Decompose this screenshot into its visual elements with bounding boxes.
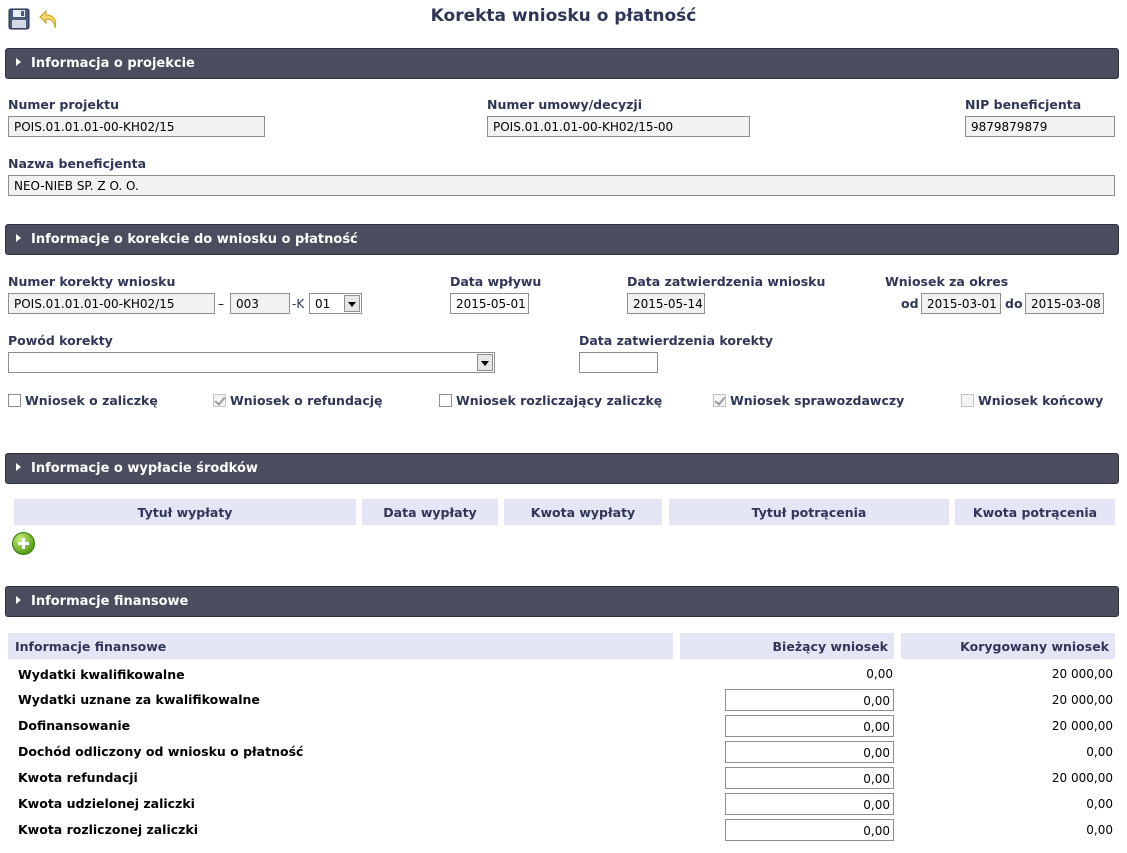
row-label-dofinansowanie: Dofinansowanie [18, 718, 131, 733]
k-prefix-label: -K [292, 297, 305, 311]
column-header-korygowany-wniosek: Korygowany wniosek [901, 633, 1115, 659]
section-header-project[interactable]: Informacja o projekcie [5, 48, 1119, 79]
value-corrected: 20 000,00 [1051, 771, 1113, 785]
numer-projektu-label: Numer projektu [8, 97, 120, 112]
numer-umowy-field[interactable]: POIS.01.01.01-00-KH02/15-00 [487, 116, 750, 137]
nip-label: NIP beneficjenta [965, 97, 1082, 112]
chevron-down-icon[interactable] [344, 295, 360, 312]
checkbox-wniosek-sprawozdawczy[interactable]: Wniosek sprawozdawczy [713, 393, 904, 408]
nip-field[interactable]: 9879879879 [965, 116, 1115, 137]
value-corrected: 0,00 [1086, 823, 1113, 837]
input-current-dochod-odliczony[interactable]: 0,00 [725, 741, 894, 763]
powod-korekty-select[interactable] [8, 352, 495, 373]
row-label-dochod-odliczony: Dochód odliczony od wniosku o płatność [18, 744, 304, 759]
dash-separator: – [218, 297, 224, 311]
input-current-kwota-rozliczonej-zaliczki[interactable]: 0,00 [725, 819, 894, 841]
column-header-tytul-wyplaty: Tytuł wypłaty [14, 499, 356, 525]
column-header-informacje-finansowe: Informacje finansowe [8, 633, 673, 659]
data-zatw-wniosku-label: Data zatwierdzenia wniosku [627, 274, 826, 289]
data-zatw-korekty-field[interactable] [579, 352, 658, 373]
numer-korekty-part-field[interactable]: 003 [230, 293, 290, 314]
column-header-kwota-potracenia: Kwota potrącenia [955, 499, 1115, 525]
checkbox-box[interactable] [213, 394, 226, 407]
row-label-wydatki-kwalifikowalne: Wydatki kwalifikowalne [18, 667, 185, 682]
nazwa-beneficjenta-label: Nazwa beneficjenta [8, 156, 147, 171]
input-current-wydatki-uznane[interactable]: 0,00 [725, 689, 894, 711]
okres-od-field[interactable]: 2015-03-01 [921, 293, 1001, 314]
section-header-finance[interactable]: Informacje finansowe [5, 586, 1119, 617]
do-label: do [1005, 296, 1023, 311]
expand-triangle-icon [16, 596, 21, 604]
section-header-payout[interactable]: Informacje o wypłacie środków [5, 453, 1119, 484]
checkbox-box[interactable] [8, 394, 21, 407]
value-current: 0,00 [866, 667, 893, 681]
value-corrected: 20 000,00 [1051, 693, 1113, 707]
value-corrected: 20 000,00 [1051, 719, 1113, 733]
section-header-correction[interactable]: Informacje o korekcie do wniosku o płatn… [5, 224, 1119, 255]
checkbox-wniosek-rozliczajacy-zaliczke[interactable]: Wniosek rozliczający zaliczkę [439, 393, 662, 408]
data-zatw-korekty-label: Data zatwierdzenia korekty [579, 333, 774, 348]
add-plus-icon[interactable] [12, 532, 35, 555]
input-current-dofinansowanie[interactable]: 0,00 [725, 715, 894, 737]
row-label-kwota-rozliczonej-zaliczki: Kwota rozliczonej zaliczki [18, 822, 199, 837]
numer-korekty-field[interactable]: POIS.01.01.01-00-KH02/15 [8, 293, 215, 314]
column-header-data-wyplaty: Data wypłaty [362, 499, 498, 525]
value-corrected: 20 000,00 [1051, 667, 1113, 681]
column-header-biezacy-wniosek: Bieżący wniosek [680, 633, 894, 659]
expand-triangle-icon [16, 234, 21, 242]
data-wplywu-label: Data wpływu [450, 274, 542, 289]
checkbox-wniosek-koncowy[interactable]: Wniosek końcowy [961, 393, 1103, 408]
od-label: od [901, 296, 919, 311]
expand-triangle-icon [16, 463, 21, 471]
column-header-kwota-wyplaty: Kwota wypłaty [504, 499, 662, 525]
checkbox-wniosek-o-zaliczke[interactable]: Wniosek o zaliczkę [8, 393, 158, 408]
okres-label: Wniosek za okres [885, 274, 1009, 289]
data-zatw-wniosku-field[interactable]: 2015-05-14 [627, 293, 705, 314]
checkbox-wniosek-o-refundacje[interactable]: Wniosek o refundację [213, 393, 383, 408]
row-label-kwota-refundacji: Kwota refundacji [18, 770, 138, 785]
numer-umowy-label: Numer umowy/decyzji [487, 97, 642, 112]
k-number-select[interactable]: 01 [309, 293, 362, 314]
numer-korekty-label: Numer korekty wniosku [8, 274, 176, 289]
row-label-kwota-udzielonej-zaliczki: Kwota udzielonej zaliczki [18, 796, 195, 811]
checkbox-box[interactable] [713, 394, 726, 407]
numer-projektu-field[interactable]: POIS.01.01.01-00-KH02/15 [8, 116, 265, 137]
row-label-wydatki-uznane: Wydatki uznane za kwalifikowalne [18, 692, 260, 707]
chevron-down-icon[interactable] [477, 354, 493, 371]
data-wplywu-field[interactable]: 2015-05-01 [450, 293, 529, 314]
checkbox-box[interactable] [439, 394, 452, 407]
expand-triangle-icon [16, 58, 21, 66]
checkbox-box[interactable] [961, 394, 974, 407]
value-corrected: 0,00 [1086, 797, 1113, 811]
input-current-kwota-udzielonej-zaliczki[interactable]: 0,00 [725, 793, 894, 815]
nazwa-beneficjenta-field[interactable]: NEO-NIEB SP. Z O. O. [8, 175, 1115, 196]
input-current-kwota-refundacji[interactable]: 0,00 [725, 767, 894, 789]
k-number-value: 01 [315, 297, 331, 311]
powod-korekty-label: Powód korekty [8, 333, 113, 348]
page-title: Korekta wniosku o płatność [430, 6, 697, 26]
column-header-tytul-potracenia: Tytuł potrącenia [669, 499, 949, 525]
okres-do-field[interactable]: 2015-03-08 [1025, 293, 1104, 314]
value-corrected: 0,00 [1086, 745, 1113, 759]
